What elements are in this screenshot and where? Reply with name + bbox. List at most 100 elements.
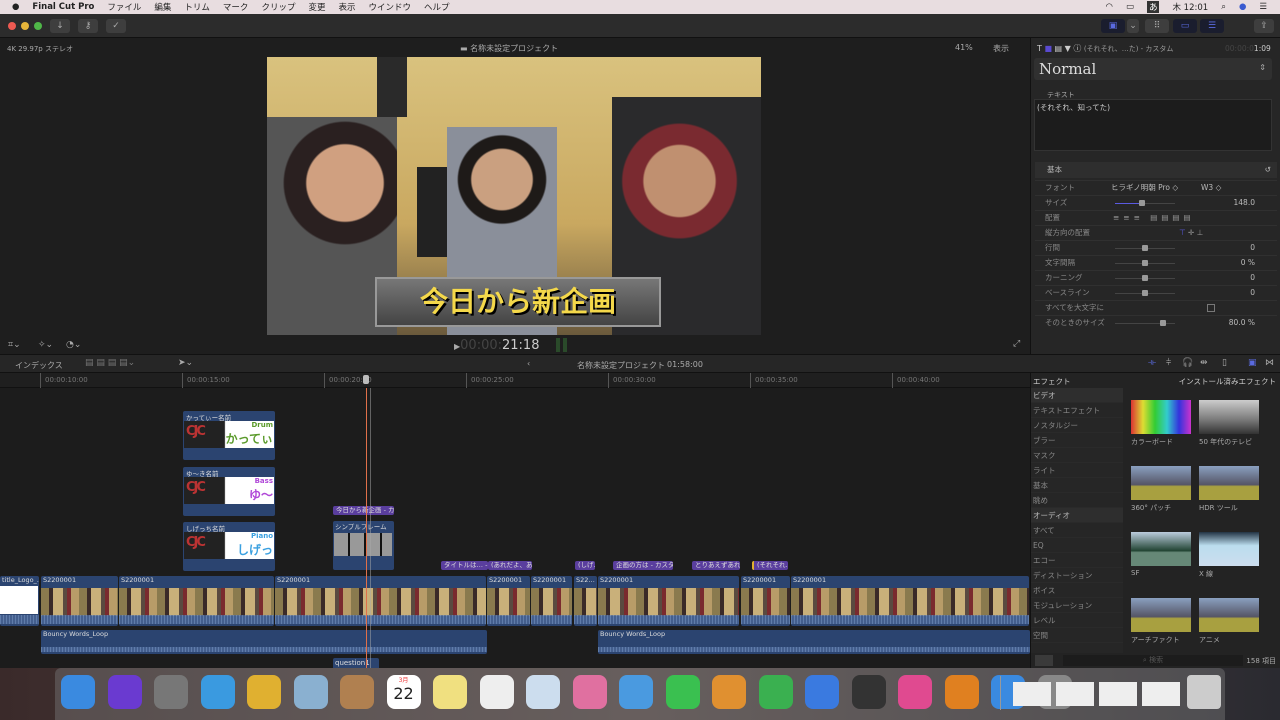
effect-label[interactable]: カラーボード: [1131, 437, 1173, 447]
input-method[interactable]: あ: [1146, 1, 1160, 13]
audio-clip[interactable]: Bouncy Words_Loop: [41, 630, 487, 654]
inspector-row[interactable]: サイズ 148.0: [1035, 195, 1277, 210]
notification-icon[interactable]: ☰: [1259, 2, 1267, 12]
effect-label[interactable]: アーチファクト: [1131, 635, 1180, 645]
slider-track[interactable]: [1115, 260, 1175, 266]
menu-trim[interactable]: トリム: [184, 1, 210, 13]
caption-tag[interactable]: (しげ…: [575, 561, 595, 570]
zoom-button[interactable]: [34, 22, 42, 30]
effect-thumbnail[interactable]: [1131, 466, 1191, 500]
video-frame[interactable]: 今日から新企画: [267, 57, 761, 335]
minimize-button[interactable]: [21, 22, 29, 30]
view-menu[interactable]: 表示: [993, 43, 1009, 54]
video-clip[interactable]: S2200001: [41, 576, 118, 626]
zoom-level[interactable]: 41%: [955, 43, 973, 52]
video-clip[interactable]: S2200001: [531, 576, 572, 626]
launchpad-icon[interactable]: [154, 675, 188, 709]
effect-label[interactable]: アニメ: [1199, 635, 1220, 645]
slider-track[interactable]: [1115, 275, 1175, 281]
title-tab-icon[interactable]: ■: [1044, 44, 1052, 53]
inspector-row[interactable]: カーニング 0: [1035, 270, 1277, 285]
menu-app-name[interactable]: Final Cut Pro: [32, 2, 94, 12]
slider-thumb[interactable]: [1160, 320, 1166, 326]
contacts-icon[interactable]: [340, 675, 374, 709]
sidebar-toggle-icon[interactable]: [1035, 655, 1053, 666]
section-basic[interactable]: 基本 ↺: [1035, 162, 1277, 178]
reset-icon[interactable]: ↺: [1265, 162, 1271, 178]
effect-label[interactable]: 50 年代のテレビ: [1199, 437, 1252, 447]
effect-label[interactable]: SF: [1131, 569, 1139, 577]
minimized-window-3[interactable]: [1142, 682, 1180, 706]
clip-append-icons[interactable]: ▤ ▤ ▤ ▤⌄: [85, 358, 135, 368]
text-tab-icon[interactable]: T: [1037, 44, 1042, 53]
slider-thumb[interactable]: [1142, 245, 1148, 251]
effects-category-4[interactable]: マスク: [1031, 448, 1123, 463]
slider-track[interactable]: [1115, 245, 1175, 251]
effects-category-9[interactable]: すべて: [1031, 523, 1123, 538]
effects-category-7[interactable]: 眺め: [1031, 493, 1123, 508]
inspector-row[interactable]: そのときのサイズ 80.0 %: [1035, 315, 1277, 330]
reminders-icon[interactable]: [479, 675, 514, 709]
effects-category-16[interactable]: 空間: [1031, 628, 1123, 643]
inspector-row[interactable]: 縦方向の配置 ⊤ ✛ ⊥: [1035, 225, 1277, 240]
effects-search-input[interactable]: ⌕ 検索: [1063, 655, 1243, 666]
index-button[interactable]: インデックス: [15, 360, 63, 371]
apple-icon[interactable]: ●: [12, 2, 19, 12]
inspector-toggle-icon[interactable]: ☰: [1200, 19, 1224, 33]
font-weight-select[interactable]: W3 ◇: [1201, 181, 1221, 195]
menu-view[interactable]: 表示: [338, 1, 355, 13]
installed-effects-menu[interactable]: インストール済みエフェクト: [1179, 376, 1276, 387]
key-icon[interactable]: ⚷: [78, 19, 98, 33]
effect-label[interactable]: 360° パッチ: [1131, 503, 1171, 513]
wifi-icon[interactable]: ◠: [1106, 2, 1113, 12]
playhead-handle[interactable]: [363, 375, 369, 384]
menu-mark[interactable]: マーク: [223, 1, 249, 13]
effects-category-0[interactable]: ビデオ: [1031, 388, 1123, 403]
inspector-row[interactable]: フォント ヒラギノ明朝 Pro ◇ W3 ◇: [1035, 180, 1277, 195]
effect-thumbnail[interactable]: [1199, 598, 1259, 632]
effects-category-13[interactable]: ボイス: [1031, 583, 1123, 598]
minimized-window-1[interactable]: [1056, 682, 1094, 706]
select-tool-icon[interactable]: ➤⌄: [178, 358, 193, 368]
audio-skimming-icon[interactable]: ⫩: [1166, 358, 1171, 368]
effect-thumbnail[interactable]: [1131, 532, 1191, 566]
spotlight-icon[interactable]: ⌕: [1221, 2, 1226, 12]
slider-thumb[interactable]: [1142, 290, 1148, 296]
slider-thumb[interactable]: [1142, 260, 1148, 266]
video-clip[interactable]: title_Logo_…: [0, 576, 39, 626]
inspector-row[interactable]: 行間 0: [1035, 240, 1277, 255]
safari-icon[interactable]: [200, 675, 235, 709]
effects-category-12[interactable]: ディストーション: [1031, 568, 1123, 583]
inspector-row[interactable]: ベースライン 0: [1035, 285, 1277, 300]
timeline-toggle-icon[interactable]: ▭: [1173, 19, 1197, 33]
info-tab-icon[interactable]: ⓘ: [1073, 44, 1081, 53]
minimized-window-0[interactable]: [1013, 682, 1051, 706]
effect-thumbnail[interactable]: [1199, 466, 1259, 500]
keynote-icon[interactable]: [805, 675, 839, 709]
slider-track[interactable]: [1115, 200, 1175, 206]
slider-thumb[interactable]: [1139, 200, 1145, 206]
clock[interactable]: 木 12:01: [1172, 1, 1208, 13]
final-cut-pro-icon[interactable]: [851, 675, 886, 709]
minimized-window-2[interactable]: [1099, 682, 1137, 706]
menu-clip[interactable]: クリップ: [261, 1, 295, 13]
caption-tag[interactable]: とりあえずあれ…: [692, 561, 740, 570]
video-clip[interactable]: S22…: [574, 576, 597, 626]
snapping-icon[interactable]: ⇹: [1200, 358, 1208, 368]
effects-browser-icon[interactable]: ▣: [1248, 358, 1257, 368]
effect-thumbnail[interactable]: [1199, 532, 1259, 566]
transform-icon[interactable]: ⌗⌄: [8, 340, 21, 350]
messages-icon[interactable]: [619, 675, 653, 709]
itunes-icon[interactable]: [898, 675, 932, 709]
photos-icon[interactable]: [572, 675, 607, 709]
effects-category-8[interactable]: オーディオ: [1031, 508, 1123, 523]
video-clip[interactable]: S2200001: [791, 576, 1029, 626]
numbers-icon[interactable]: [758, 675, 793, 709]
trash-icon[interactable]: [1187, 675, 1221, 709]
effects-category-3[interactable]: ブラー: [1031, 433, 1123, 448]
inspector-row[interactable]: 文字間隔 0 %: [1035, 255, 1277, 270]
effect-label[interactable]: HDR ツール: [1199, 503, 1238, 513]
caption-tag[interactable]: 企画の方は - カスタム: [613, 561, 673, 570]
timeline-ruler[interactable]: 00:00:10:00 00:00:15:00 00:00:20:00 00:00:2…: [0, 373, 1030, 388]
effect-thumbnail[interactable]: [1199, 400, 1259, 434]
